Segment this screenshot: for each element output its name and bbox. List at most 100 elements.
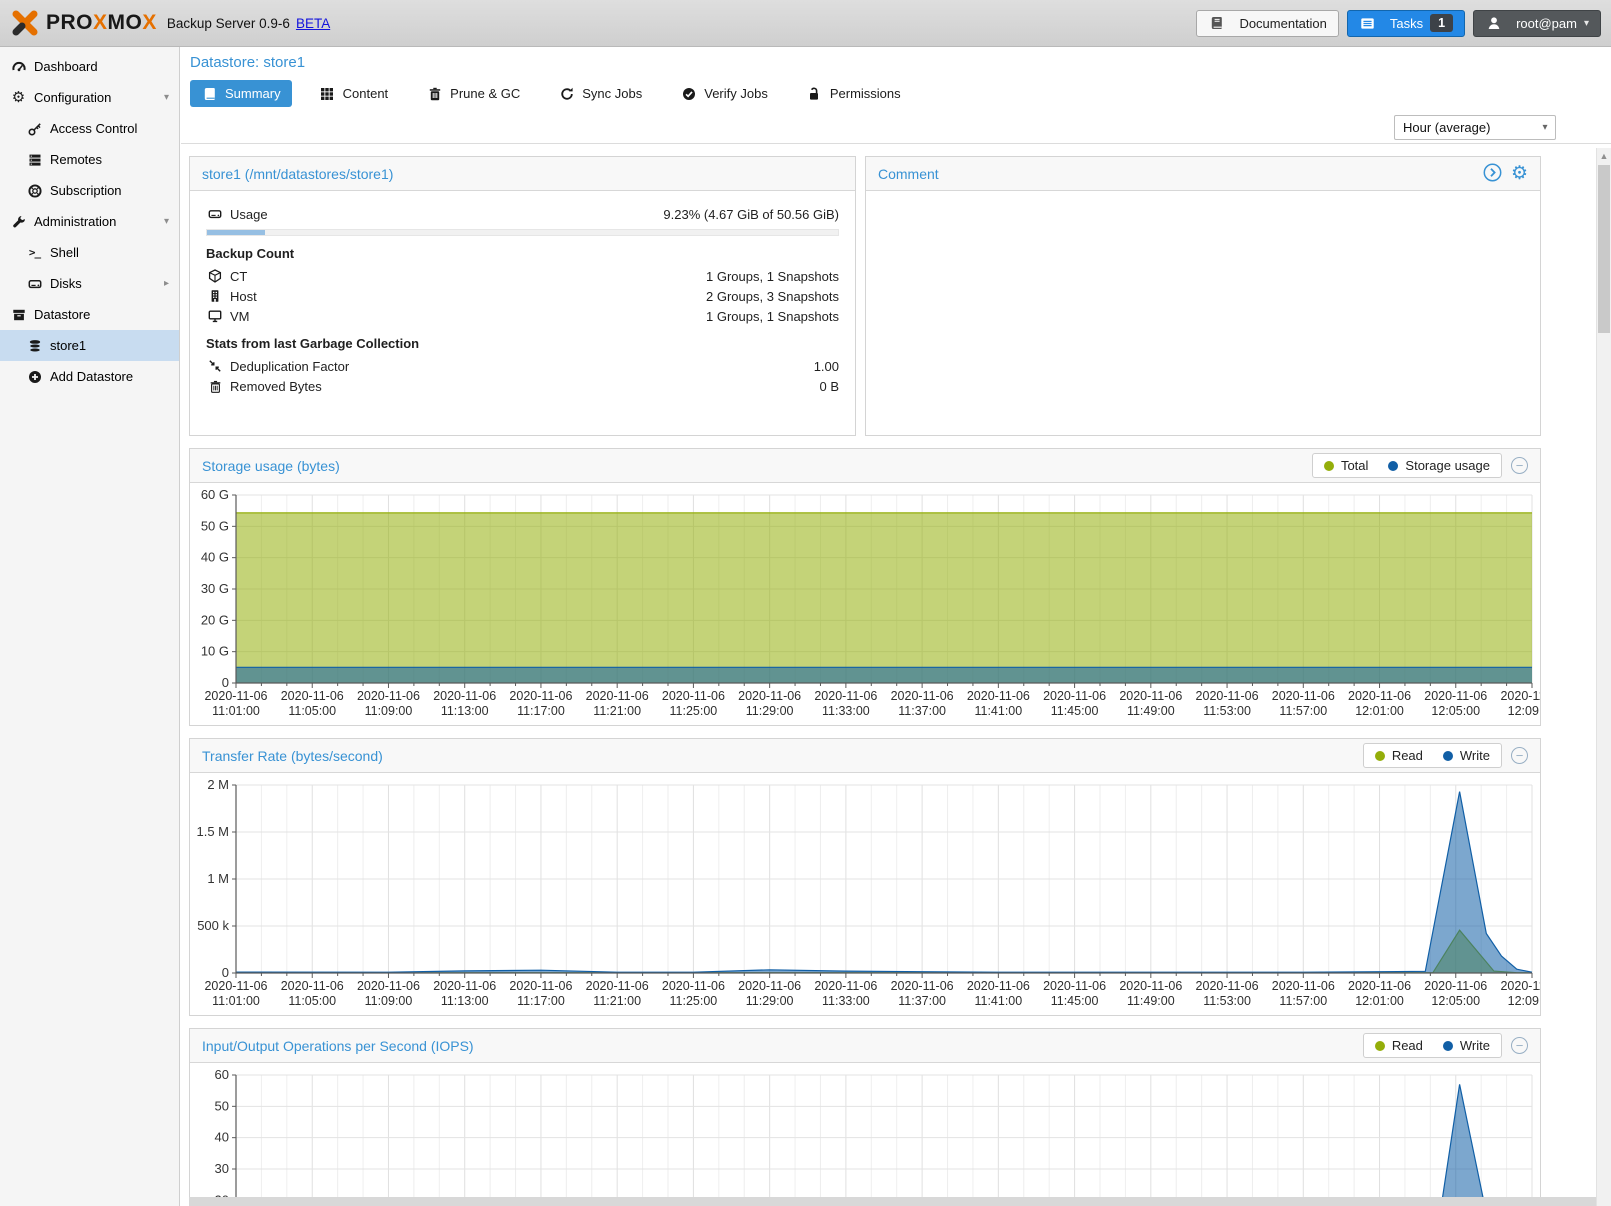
svg-text:11:49:00: 11:49:00 [1127,704,1175,718]
chart-title: Storage usage (bytes) [202,458,340,474]
sidebar-item-configuration[interactable]: ⚙ Configuration ▾ [0,82,179,113]
svg-text:2020-11-06: 2020-11-06 [1424,979,1487,993]
sidebar-item-dashboard[interactable]: Dashboard [0,51,179,82]
sidebar-item-store1[interactable]: store1 [0,330,179,361]
svg-text:2020-11-06: 2020-11-06 [891,689,954,703]
comment-content[interactable] [866,191,1540,217]
transfer-rate-chart: 0500 k1 M1.5 M2 M2020-11-0611:01:002020-… [190,773,1540,1015]
compress-arrows-icon [206,359,224,373]
collapse-panel-button[interactable]: − [1511,1037,1528,1054]
legend-write: Write [1443,1038,1490,1053]
gear-icon[interactable]: ⚙ [1511,164,1528,183]
edit-comment-button[interactable] [1483,163,1502,185]
transfer-rate-panel: Transfer Rate (bytes/second) Read Write … [189,738,1541,1016]
collapse-arrow-icon[interactable]: ▾ [164,216,169,227]
storage-usage-chart: 010 G20 G30 G40 G50 G60 G2020-11-0611:01… [190,483,1540,725]
sync-arrows-icon [558,87,575,101]
chevron-down-icon: ▾ [1535,122,1555,133]
sidebar-item-subscription[interactable]: Subscription [0,175,179,206]
building-icon [206,289,224,303]
usage-progress-bar [206,229,839,236]
tab-sync-jobs[interactable]: Sync Jobs [547,80,653,107]
comment-panel: Comment ⚙ [865,156,1541,436]
svg-text:0: 0 [222,965,229,980]
unlock-icon [806,87,823,101]
legend-total: Total [1324,458,1368,473]
scroll-up-arrow[interactable]: ▲ [1597,148,1611,163]
book-icon [201,87,218,101]
tab-summary[interactable]: Summary [190,80,292,107]
svg-text:12:05:00: 12:05:00 [1431,704,1480,718]
tab-verify-jobs[interactable]: Verify Jobs [669,80,779,107]
collapse-panel-button[interactable]: − [1511,747,1528,764]
svg-text:2020-11-06: 2020-11-06 [433,689,496,703]
legend-dot [1324,461,1334,471]
product-name: Backup Server 0.9-6 [167,16,290,31]
chart-legend: Total Storage usage [1312,453,1502,478]
expand-arrow-icon[interactable]: ▸ [164,278,169,289]
server-list-icon [26,153,43,167]
tasks-button[interactable]: Tasks 1 [1347,10,1465,37]
user-menu-button[interactable]: root@pam ▾ [1473,10,1601,37]
tab-permissions[interactable]: Permissions [795,80,912,107]
sidebar-item-access-control[interactable]: Access Control [0,113,179,144]
svg-text:2020-11-06: 2020-11-06 [586,979,649,993]
svg-text:2020-11-06: 2020-11-06 [662,979,725,993]
tab-prune-gc[interactable]: Prune & GC [415,80,531,107]
wrench-icon [10,215,27,229]
documentation-button[interactable]: Documentation [1196,10,1338,37]
iops-chart: 01020304050602020-11-0611:01:002020-11-0… [190,1063,1540,1206]
svg-text:11:01:00: 11:01:00 [212,994,260,1008]
chevron-down-icon: ▾ [1584,18,1589,29]
svg-text:10 G: 10 G [201,644,229,659]
svg-text:2020-11-06: 2020-11-06 [281,979,344,993]
svg-text:2020-11-06: 2020-11-06 [891,979,954,993]
database-icon [26,339,43,353]
sidebar-item-disks[interactable]: Disks ▸ [0,268,179,299]
svg-text:40: 40 [215,1130,229,1145]
svg-text:2020-11-06: 2020-11-06 [357,689,420,703]
check-circle-icon [680,87,697,101]
sidebar-item-shell[interactable]: >_ Shell [0,237,179,268]
svg-text:2020-11-06: 2020-11-06 [967,689,1030,703]
svg-text:11:21:00: 11:21:00 [593,704,641,718]
chart-title: Input/Output Operations per Second (IOPS… [202,1038,474,1054]
svg-text:11:25:00: 11:25:00 [670,994,718,1008]
legend-read: Read [1375,748,1423,763]
sidebar-item-add-datastore[interactable]: Add Datastore [0,361,179,392]
time-range-select[interactable]: Hour (average) ▾ [1394,115,1556,140]
svg-text:11:45:00: 11:45:00 [1051,704,1099,718]
collapse-panel-button[interactable]: − [1511,457,1528,474]
trash-icon [206,380,224,393]
svg-text:11:29:00: 11:29:00 [746,994,794,1008]
sidebar-item-datastore[interactable]: Datastore [0,299,179,330]
tab-content[interactable]: Content [308,80,400,107]
sidebar-item-administration[interactable]: Administration ▾ [0,206,179,237]
svg-text:12:05:00: 12:05:00 [1431,994,1480,1008]
legend-write: Write [1443,748,1490,763]
grid-icon [319,87,336,101]
removed-bytes-row: Removed Bytes 0 B [206,376,839,396]
svg-text:11:13:00: 11:13:00 [441,994,489,1008]
collapse-arrow-icon[interactable]: ▾ [164,92,169,103]
svg-text:2020-11-06: 2020-11-06 [1500,979,1540,993]
chart-legend: Read Write [1363,1033,1502,1058]
monitor-icon [206,309,224,323]
scrollbar-thumb[interactable] [1598,165,1610,333]
svg-text:30 G: 30 G [201,581,229,596]
svg-text:11:05:00: 11:05:00 [288,994,336,1008]
svg-text:11:45:00: 11:45:00 [1051,994,1099,1008]
svg-text:11:41:00: 11:41:00 [974,704,1022,718]
svg-text:40 G: 40 G [201,550,229,565]
sidebar-item-remotes[interactable]: Remotes [0,144,179,175]
svg-text:11:41:00: 11:41:00 [974,994,1022,1008]
beta-link[interactable]: BETA [296,16,330,31]
svg-text:2020-11-06: 2020-11-06 [204,979,267,993]
svg-text:11:17:00: 11:17:00 [517,704,565,718]
svg-text:2020-11-06: 2020-11-06 [814,979,877,993]
svg-text:2020-11-06: 2020-11-06 [586,689,649,703]
svg-text:0: 0 [222,675,229,690]
svg-text:2020-11-06: 2020-11-06 [1424,689,1487,703]
legend-dot [1443,751,1453,761]
vertical-scrollbar[interactable]: ▲ [1596,148,1611,1206]
